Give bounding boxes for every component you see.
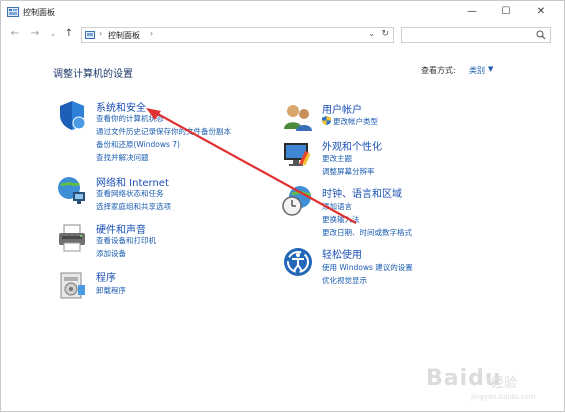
category-title[interactable]: 时钟、语言和区域	[322, 185, 402, 200]
category-link[interactable]: 添加设备	[96, 248, 126, 259]
chevron-down-icon[interactable]: ▼	[488, 65, 493, 73]
ease-of-access-icon[interactable]	[282, 246, 314, 278]
shield-icon[interactable]	[56, 99, 88, 131]
category-system-security: 系统和安全 查看你的计算机状态 通过文件历史记录保存你的文件备份副本 备份和还原…	[56, 99, 266, 169]
view-by-dropdown[interactable]: 类别	[469, 65, 485, 76]
refresh-icon[interactable]: ↻	[381, 29, 389, 39]
control-panel-app-icon	[7, 7, 19, 17]
category-ease-of-access: 轻松使用 使用 Windows 建议的设置 优化视觉显示	[282, 246, 522, 286]
category-link[interactable]: 查找并解决问题	[96, 152, 149, 163]
category-link[interactable]: 通过文件历史记录保存你的文件备份副本	[96, 126, 231, 137]
title-bar: 控制面板 — ☐ ✕	[1, 1, 564, 23]
uac-shield-icon	[322, 116, 331, 125]
printer-icon[interactable]	[56, 221, 88, 253]
address-dropdown-icon[interactable]: ⌄	[368, 29, 375, 38]
breadcrumb-separator[interactable]: ›	[150, 29, 153, 38]
category-link[interactable]: 使用 Windows 建议的设置	[322, 262, 413, 273]
watermark-sub: 经验	[491, 376, 518, 391]
up-arrow-icon[interactable]: ↑	[63, 28, 75, 40]
category-title[interactable]: 轻松使用	[322, 246, 362, 261]
category-title[interactable]: 程序	[96, 269, 116, 284]
category-title[interactable]: 硬件和声音	[96, 221, 146, 236]
category-link[interactable]: 调整屏幕分辨率	[322, 166, 375, 177]
clock-globe-icon[interactable]	[282, 185, 314, 217]
control-panel-window: 控制面板 — ☐ ✕ ← → ⌄ ↑ › 控制面板 › ⌄ ↻ 调整计算机的设置…	[0, 0, 565, 412]
watermark-url: jingyan.baidu.com	[471, 393, 536, 401]
breadcrumb-separator: ›	[99, 29, 103, 38]
page-title: 调整计算机的设置	[53, 69, 133, 80]
recent-locations-icon[interactable]: ⌄	[47, 28, 59, 40]
category-link[interactable]: 查看网络状态和任务	[96, 188, 164, 199]
minimize-button[interactable]: —	[462, 5, 482, 19]
forward-arrow-icon[interactable]: →	[29, 28, 41, 40]
category-programs: 程序 卸载程序	[56, 269, 266, 303]
network-globe-icon[interactable]	[56, 174, 88, 206]
navigation-bar: ← → ⌄ ↑ › 控制面板 › ⌄ ↻	[1, 24, 564, 46]
monitor-paint-icon[interactable]	[282, 138, 314, 170]
category-network-internet: 网络和 Internet 查看网络状态和任务 选择家庭组和共享选项	[56, 174, 266, 214]
category-link[interactable]: 优化视觉显示	[322, 275, 367, 286]
category-appearance: 外观和个性化 更改主题 调整屏幕分辨率	[282, 138, 512, 178]
programs-icon[interactable]	[56, 269, 88, 301]
users-icon[interactable]	[282, 101, 314, 133]
back-arrow-icon[interactable]: ←	[9, 28, 21, 40]
category-link[interactable]: 查看你的计算机状态	[96, 113, 164, 124]
maximize-button[interactable]: ☐	[496, 5, 516, 19]
category-link[interactable]: 卸载程序	[96, 285, 126, 296]
category-link[interactable]: 更改帐户类型	[333, 116, 378, 127]
category-link[interactable]: 更改日期、时间或数字格式	[322, 227, 412, 238]
category-user-accounts: 用户帐户 更改帐户类型	[282, 101, 512, 131]
search-input[interactable]	[401, 27, 551, 43]
address-bar[interactable]: › 控制面板 › ⌄ ↻	[81, 27, 394, 43]
category-link[interactable]: 更改主题	[322, 153, 352, 164]
window-title: 控制面板	[23, 8, 55, 17]
close-button[interactable]: ✕	[531, 5, 551, 19]
search-icon[interactable]	[536, 30, 546, 40]
category-clock-language-region: 时钟、语言和区域 添加语言 更换输入法 更改日期、时间或数字格式	[282, 185, 522, 241]
category-link[interactable]: 添加语言	[322, 201, 352, 212]
category-title[interactable]: 系统和安全	[96, 99, 146, 114]
view-by-label: 查看方式:	[421, 66, 456, 75]
category-link[interactable]: 查看设备和打印机	[96, 235, 156, 246]
category-link[interactable]: 选择家庭组和共享选项	[96, 201, 171, 212]
category-link[interactable]: 更换输入法	[322, 214, 360, 225]
breadcrumb-control-panel[interactable]: 控制面板	[108, 30, 140, 41]
category-hardware-sound: 硬件和声音 查看设备和打印机 添加设备	[56, 221, 266, 261]
category-title[interactable]: 网络和 Internet	[96, 174, 169, 189]
category-title[interactable]: 用户帐户	[322, 101, 362, 116]
control-panel-small-icon	[85, 31, 95, 39]
category-link[interactable]: 备份和还原(Windows 7)	[96, 139, 180, 150]
category-title[interactable]: 外观和个性化	[322, 138, 382, 153]
